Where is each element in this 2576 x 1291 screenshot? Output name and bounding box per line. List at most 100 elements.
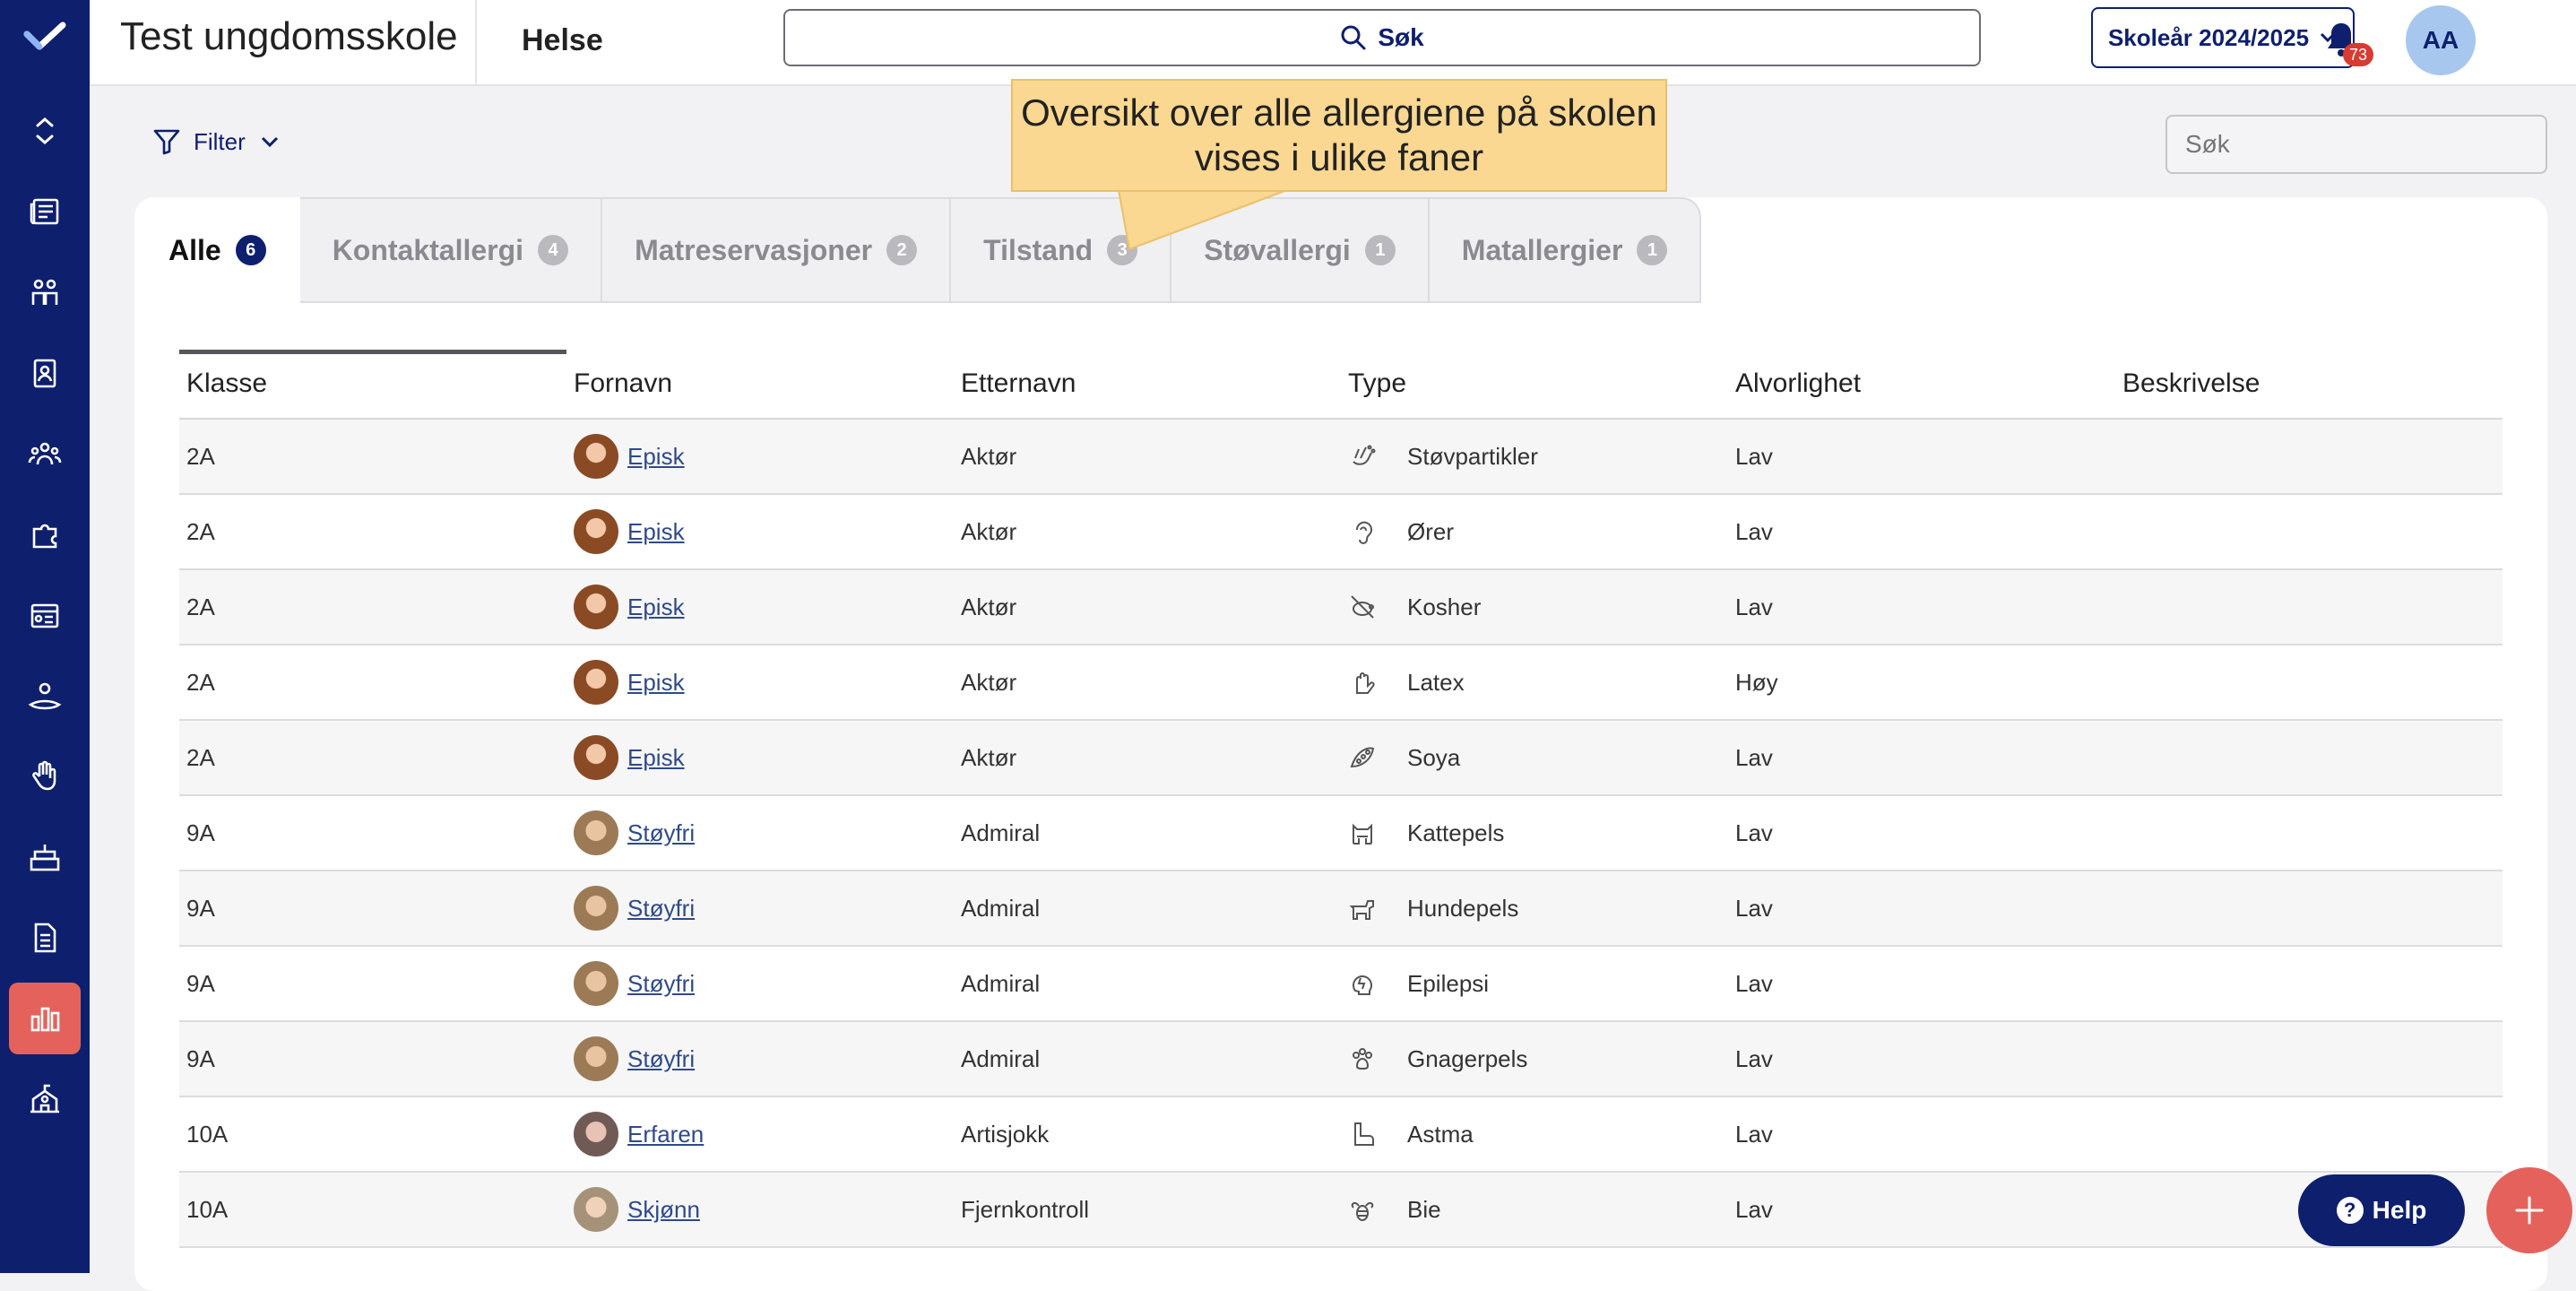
table-row[interactable]: 10A Skjønn Fjernkontroll Bie Lav [179,1173,2503,1248]
cell-alvorlighet: Lav [1735,819,1773,846]
student-name-link[interactable]: Episk [627,744,685,772]
table-row[interactable]: 10A Erfaren Artisjokk Astma Lav [179,1097,2503,1173]
table-row[interactable]: 2A Episk Aktør Kosher Lav [179,570,2503,646]
allergy-type: Soya [1407,743,1461,771]
sidebar-item-documents[interactable] [9,902,81,974]
student-avatar [574,509,618,554]
table-row[interactable]: 2A Episk Aktør Soya Lav [179,721,2503,796]
column-header-type[interactable]: Type [1341,368,1728,399]
cell-alvorlighet: Lav [1735,743,1773,771]
student-avatar [574,1112,618,1157]
student-name-link[interactable]: Skjønn [627,1196,700,1224]
sidebar-item-classes[interactable] [9,256,81,328]
student-name-link[interactable]: Støyfri [627,970,695,998]
student-avatar [574,434,618,479]
sidebar-item-schedule[interactable] [9,579,81,651]
allergy-type: Bie [1407,1195,1441,1223]
table-row[interactable]: 9A Støyfri Admiral Epilepsi Lav [179,947,2503,1022]
student-name-link[interactable]: Episk [627,669,685,697]
cell-etternavn: Aktør [961,442,1017,470]
cell-fornavn: Episk [566,585,954,629]
column-header-klasse[interactable]: Klasse [179,368,566,399]
sidebar-item-news[interactable] [9,176,81,247]
tab-label: Matreservasjoner [635,233,873,266]
header-divider [475,0,477,84]
help-button[interactable]: ? Help [2298,1174,2465,1246]
cell-alvorlighet: Lav [1735,969,1773,997]
user-avatar[interactable]: AA [2406,5,2476,75]
sidebar-item-school[interactable] [9,1063,81,1135]
calendar-person-icon [30,603,59,628]
allergy-type: Epilepsi [1407,969,1490,997]
table-search-input[interactable] [2165,115,2547,174]
cell-fornavn: Skjønn [566,1187,954,1232]
tab-label: Tilstand [983,233,1094,266]
student-name-link[interactable]: Støyfri [627,1045,695,1073]
table-row[interactable]: 2A Episk Aktør Støvpartikler Lav [179,420,2503,495]
cell-klasse: 10A [186,1120,229,1148]
tab-count-badge: 2 [886,235,918,265]
table-row[interactable]: 9A Støyfri Admiral Kattepels Lav [179,796,2503,871]
tab-matreservasjoner[interactable]: Matreservasjoner 2 [602,197,952,303]
cell-klasse: 9A [186,969,215,997]
cake-icon [30,845,60,871]
cell-fornavn: Episk [566,660,954,705]
sidebar-item-activities[interactable] [9,741,81,812]
app-logo-icon[interactable] [23,20,66,56]
student-name-link[interactable]: Episk [627,443,685,471]
column-header-etternavn[interactable]: Etternavn [954,368,1341,399]
student-name-link[interactable]: Erfaren [627,1121,704,1148]
cell-klasse: 10A [186,1195,229,1223]
cell-klasse: 2A [186,668,215,696]
table-row[interactable]: 2A Episk Aktør Latex Høy [179,646,2503,721]
inhaler-icon [1354,1122,1374,1146]
student-name-link[interactable]: Støyfri [627,895,695,923]
allergy-type: Astma [1407,1120,1474,1148]
top-header: Test ungdomsskole Helse Søk Skoleår 2024… [90,0,2576,86]
cell-type: Soya [1341,743,1728,772]
cell-etternavn: Admiral [961,969,1041,997]
sidebar-item-events[interactable] [9,821,81,893]
sidebar-item-reports[interactable] [9,983,81,1054]
cell-alvorlighet: Lav [1735,1120,1773,1148]
column-header-alvorlighet[interactable]: Alvorlighet [1728,368,2115,399]
cell-fornavn: Episk [566,735,954,780]
tab-matallergier[interactable]: Matallergier 1 [1429,197,1702,303]
cell-alvorlighet: Lav [1735,1195,1773,1223]
cell-klasse: 9A [186,894,215,922]
allergy-tabs: Alle 6 Kontaktallergi 4 Matreservasjoner… [134,197,1702,305]
student-avatar [574,961,618,1006]
sidebar-item-support[interactable] [9,660,81,732]
group-icon [31,279,58,305]
table-row[interactable]: 9A Støyfri Admiral Gnagerpels Lav [179,1022,2503,1097]
sidebar-item-groups[interactable] [9,418,81,490]
student-name-link[interactable]: Episk [627,518,685,546]
global-search-label: Søk [1378,23,1424,51]
bar-chart-icon [30,1007,60,1032]
school-year-dropdown[interactable]: Skoleår 2024/2025 [2091,7,2355,68]
cell-etternavn: Aktør [961,743,1017,771]
expand-collapse-icon[interactable] [9,95,81,167]
column-header-beskrivelse[interactable]: Beskrivelse [2115,368,2503,399]
cell-type: Kattepels [1341,819,1728,847]
table-row[interactable]: 9A Støyfri Admiral Hundepels Lav [179,871,2503,947]
cell-alvorlighet: Lav [1735,517,1773,545]
cell-alvorlighet: Lav [1735,593,1773,620]
sidebar-item-planning[interactable] [9,498,81,570]
column-header-fornavn[interactable]: Fornavn [566,368,954,399]
cell-fornavn: Støyfri [566,1036,954,1081]
cell-type: Epilepsi [1341,969,1728,998]
cell-type: Astma [1341,1120,1728,1148]
sidebar-item-students[interactable] [9,337,81,409]
student-name-link[interactable]: Støyfri [627,819,695,847]
student-name-link[interactable]: Episk [627,594,685,621]
tab-alle[interactable]: Alle 6 [134,197,300,303]
global-search-button[interactable]: Søk [783,9,1981,66]
table-row[interactable]: 2A Episk Aktør Ører Lav [179,495,2503,570]
tab-count-badge: 6 [235,235,266,265]
add-button[interactable] [2486,1167,2572,1253]
cell-etternavn: Admiral [961,894,1041,922]
tab-kontaktallergi[interactable]: Kontaktallergi 4 [299,197,603,303]
table-body: 2A Episk Aktør Støvpartikler Lav 2A Epis… [179,420,2503,1248]
filter-toggle[interactable]: Filter [152,127,281,156]
